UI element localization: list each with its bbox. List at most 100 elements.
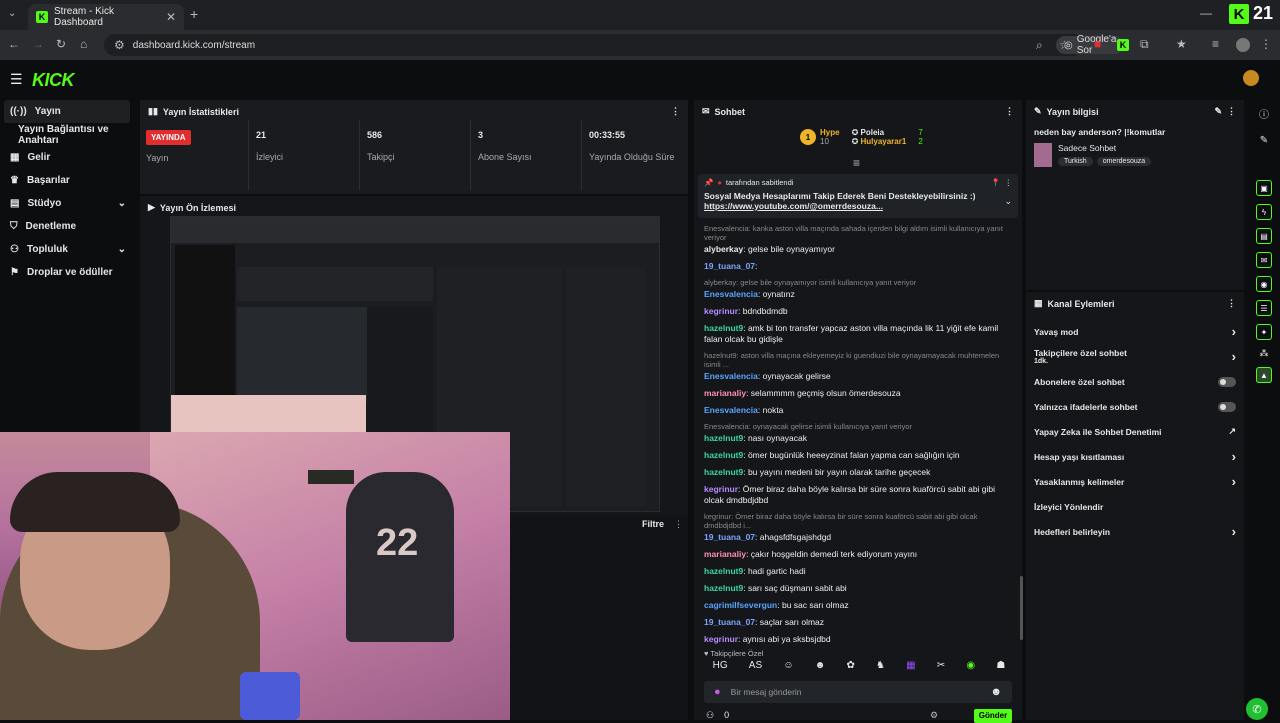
tag-pill[interactable]: omerdesouza	[1096, 157, 1152, 166]
support-chat-icon[interactable]: ✆	[1246, 698, 1268, 720]
chat-message[interactable]: hazelnut9: sarı saç düşmanı sabit abi	[694, 583, 1020, 594]
chat-message[interactable]: hazelnut9: nası oynayacak	[694, 433, 1020, 444]
rail-list-icon[interactable]: ☰	[1256, 300, 1272, 316]
emote-icon[interactable]: ▦	[906, 660, 915, 678]
url-field[interactable]: ⚙ dashboard.kick.com/stream ◎ Google'a S…	[104, 34, 1125, 56]
chat-username[interactable]: marianaliy	[704, 388, 746, 398]
channel-action-item[interactable]: Yavaş mod ›	[1026, 319, 1244, 344]
chat-username[interactable]: hazelnut9	[704, 467, 743, 477]
chat-message[interactable]: marianaliy: selammmm geçmiş olsun ömerde…	[694, 388, 1020, 399]
chat-username[interactable]: 19_tuana_07	[704, 617, 755, 627]
chat-message[interactable]: 19_tuana_07: saçlar sarı olmaz	[694, 617, 1020, 628]
channel-action-item[interactable]: Yasaklanmış kelimeler ›	[1026, 469, 1244, 494]
emote-icon[interactable]: ☺	[783, 660, 793, 678]
sidebar-item-achievements[interactable]: ♛ Başarılar	[0, 169, 138, 192]
back-icon[interactable]: ←	[8, 37, 20, 51]
rail-more-icon[interactable]: ⁂	[1256, 348, 1272, 359]
chevron-right-icon[interactable]: ›	[1232, 349, 1236, 364]
channel-action-item[interactable]: Hesap yaşı kısıtlaması ›	[1026, 444, 1244, 469]
chat-username[interactable]: marianaliy	[704, 549, 746, 559]
rail-stats-icon[interactable]: ▣	[1256, 180, 1272, 196]
chat-username[interactable]: kegrinur	[704, 634, 738, 644]
chat-username[interactable]: kegrinur	[704, 484, 738, 494]
site-info-icon[interactable]: ⚙	[114, 38, 125, 52]
sidebar-item-moderation[interactable]: ⛉ Denetleme	[0, 215, 138, 238]
chat-username[interactable]: kegrinur	[704, 306, 738, 316]
hype-widget[interactable]: 1 Hype 10 ✪ Poleia ✪ Hulyayarar1 7 2	[800, 128, 923, 146]
filter-menu-icon[interactable]: ⋮	[674, 519, 683, 530]
chat-message[interactable]: marianaliy: çakır hoşgeldin demedi terk …	[694, 549, 1020, 560]
chevron-right-icon[interactable]: ›	[1232, 324, 1236, 339]
chat-message[interactable]: 19_tuana_07:	[694, 261, 1020, 272]
expand-pinned-icon[interactable]: ⌄	[1004, 196, 1012, 207]
toggle-switch[interactable]	[1218, 376, 1236, 387]
actions-menu-icon[interactable]: ⋮	[1227, 298, 1236, 309]
zoom-icon[interactable]: ⌕	[1036, 38, 1043, 53]
chat-message[interactable]: kegrinur: bdndbdmdb	[694, 306, 1020, 317]
bookmark-star-icon[interactable]: ☆	[1059, 38, 1070, 52]
chat-message[interactable]: hazelnut9: bu yayını medeni bir yayın ol…	[694, 467, 1020, 478]
sidebar-item-revenue[interactable]: ▦ Gelir	[0, 146, 138, 169]
chevron-right-icon[interactable]: ›	[1232, 524, 1236, 539]
collapse-icon[interactable]: ≡	[853, 156, 860, 170]
chat-message[interactable]: hazelnut9: hadi gartic hadi	[694, 566, 1020, 577]
tab-search-icon[interactable]: ⌄	[8, 8, 16, 19]
emote-icon[interactable]: ☻	[815, 660, 826, 678]
emote-icon[interactable]: ☗	[996, 660, 1005, 678]
chat-username[interactable]: Enesvalencia	[704, 405, 758, 415]
emote-icon[interactable]: ♞	[876, 660, 885, 678]
kick-logo[interactable]: KICK	[32, 70, 75, 91]
chat-menu-icon[interactable]: ⋮	[1005, 106, 1014, 117]
emote-icon[interactable]: ✂	[937, 660, 945, 678]
chat-input[interactable]: ● Bir mesaj gönderin ☻	[704, 681, 1012, 703]
emote-icon[interactable]: ◉	[966, 660, 975, 678]
home-icon[interactable]: ⌂	[80, 37, 87, 51]
channel-action-item[interactable]: İzleyici Yönlendir	[1026, 494, 1244, 519]
media-controls-icon[interactable]: ≡	[1212, 37, 1219, 51]
close-tab-icon[interactable]: ✕	[166, 10, 176, 24]
external-link-icon[interactable]: ↗	[1228, 426, 1236, 437]
sidebar-item-studio[interactable]: ▤ Stüdyo ⌄	[0, 192, 138, 215]
chat-username[interactable]: hazelnut9	[704, 566, 743, 576]
channel-action-item[interactable]: Hedefleri belirleyin ›	[1026, 519, 1244, 544]
rail-preview-icon[interactable]: ▤	[1256, 228, 1272, 244]
rail-lightning-icon[interactable]: ϟ	[1256, 204, 1272, 220]
chevron-right-icon[interactable]: ›	[1232, 449, 1236, 464]
rail-tools-icon[interactable]: ✦	[1256, 324, 1272, 340]
chat-message[interactable]: Enesvalencia: oynatınz	[694, 289, 1020, 300]
chat-message[interactable]: hazelnut9: amk bi ton transfer yapcaz as…	[694, 323, 1020, 345]
chat-username[interactable]: Enesvalencia	[704, 289, 758, 299]
chevron-right-icon[interactable]: ›	[1232, 474, 1236, 489]
chat-username[interactable]: alyberkay	[704, 244, 743, 254]
channel-action-item[interactable]: Takipçilere özel sohbet 1dk. ›	[1026, 344, 1244, 369]
minimize-icon[interactable]: —	[1200, 6, 1212, 20]
chat-message[interactable]: kegrinur: aynısı abi ya sksbsjdbd	[694, 634, 1020, 644]
pencil-icon[interactable]: ✎	[1256, 135, 1272, 146]
rail-extension-icon[interactable]: ▲	[1256, 367, 1272, 383]
toggle-switch[interactable]	[1218, 401, 1236, 412]
send-button[interactable]: Gönder	[974, 709, 1012, 723]
emote-icon[interactable]: AS	[749, 660, 762, 678]
emote-icon[interactable]: ✿	[846, 660, 854, 678]
pinned-link[interactable]: https://www.youtube.com/@omerrdesouza...	[704, 201, 1012, 211]
chat-message[interactable]: cagrimilfsevergun: bu sac sarı olmaz	[694, 600, 1020, 611]
chat-settings-icon[interactable]: ⚙	[930, 710, 938, 721]
channel-action-item[interactable]: Yapay Zeka ile Sohbet Denetimi ↗	[1026, 419, 1244, 444]
unpin-icon[interactable]: 📍	[991, 178, 1000, 187]
chat-username[interactable]: hazelnut9	[704, 583, 743, 593]
edit-info-icon[interactable]: ✎	[1214, 106, 1222, 117]
rail-chat-icon[interactable]: ✉	[1256, 252, 1272, 268]
stats-menu-icon[interactable]: ⋮	[671, 106, 680, 117]
chat-message[interactable]: Enesvalencia: oynayacak gelirse	[694, 371, 1020, 382]
sidebar-item-stream[interactable]: ((·)) Yayın	[4, 100, 130, 123]
rail-broadcast-icon[interactable]: ◉	[1256, 276, 1272, 292]
user-avatar[interactable]	[1243, 70, 1259, 86]
channel-action-item[interactable]: Abonelere özel sohbet	[1026, 369, 1244, 394]
sidebar-item-drops[interactable]: ⚑ Droplar ve ödüller	[0, 261, 138, 284]
chat-username[interactable]: hazelnut9	[704, 323, 743, 333]
users-icon[interactable]: ⚇	[706, 710, 714, 721]
sidebar-item-community[interactable]: ⚇ Topluluk ⌄	[0, 238, 138, 261]
new-tab-icon[interactable]: +	[190, 6, 198, 22]
tag-pill[interactable]: Turkish	[1058, 157, 1093, 166]
pinned-menu-icon[interactable]: ⋮	[1005, 178, 1013, 187]
